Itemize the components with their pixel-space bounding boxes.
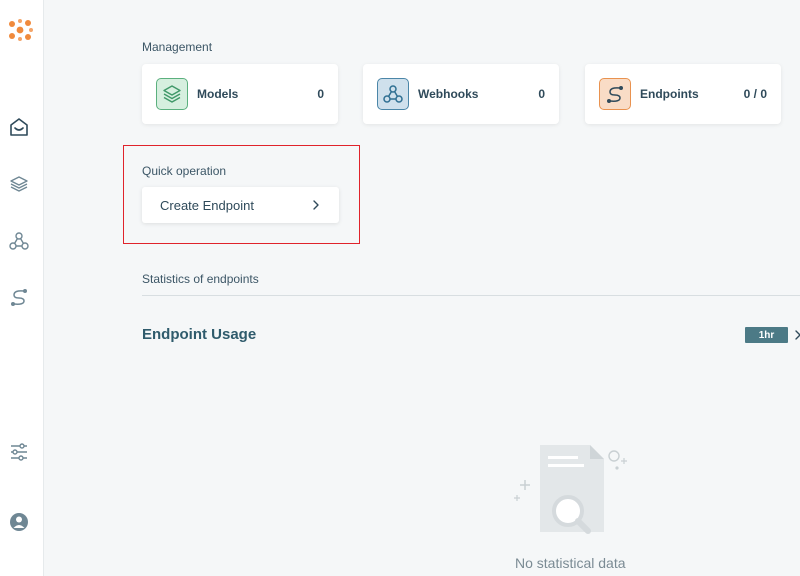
models-card[interactable]: Models 0 xyxy=(142,64,338,124)
models-card-label: Models xyxy=(197,87,239,101)
webhook-icon xyxy=(377,78,409,110)
webhooks-count: 0 xyxy=(538,87,545,101)
account-icon[interactable] xyxy=(8,511,30,533)
time-range-button[interactable]: 1hr xyxy=(745,327,788,343)
logo-icon[interactable] xyxy=(7,17,33,43)
empty-data-icon xyxy=(514,445,627,534)
sidebar xyxy=(0,0,44,576)
endpoint-icon xyxy=(599,78,631,110)
management-label: Management xyxy=(142,40,213,54)
webhooks-icon[interactable] xyxy=(8,230,30,252)
statistics-label: Statistics of endpoints xyxy=(142,272,259,286)
create-endpoint-button[interactable]: Create Endpoint xyxy=(142,187,339,223)
endpoints-card-label: Endpoints xyxy=(640,87,699,101)
create-endpoint-label: Create Endpoint xyxy=(160,197,254,213)
models-icon[interactable] xyxy=(8,173,30,195)
webhooks-card[interactable]: Webhooks 0 xyxy=(363,64,559,124)
chevron-right-icon[interactable] xyxy=(795,330,800,340)
layers-icon xyxy=(156,78,188,110)
endpoints-card[interactable]: Endpoints 0 / 0 xyxy=(585,64,781,124)
models-count: 0 xyxy=(317,87,324,101)
chevron-right-icon xyxy=(313,200,319,210)
webhooks-card-label: Webhooks xyxy=(418,87,479,101)
endpoint-usage-title: Endpoint Usage xyxy=(142,326,257,343)
empty-state-text: No statistical data xyxy=(515,555,626,571)
endpoints-count: 0 / 0 xyxy=(743,87,767,101)
home-icon[interactable] xyxy=(8,116,30,138)
quick-operation-label: Quick operation xyxy=(142,164,227,178)
divider xyxy=(142,295,800,296)
main-content: Management Models 0 Webhooks 0 Endpoints… xyxy=(44,0,800,576)
endpoints-icon[interactable] xyxy=(8,286,30,308)
settings-icon[interactable] xyxy=(8,441,30,463)
